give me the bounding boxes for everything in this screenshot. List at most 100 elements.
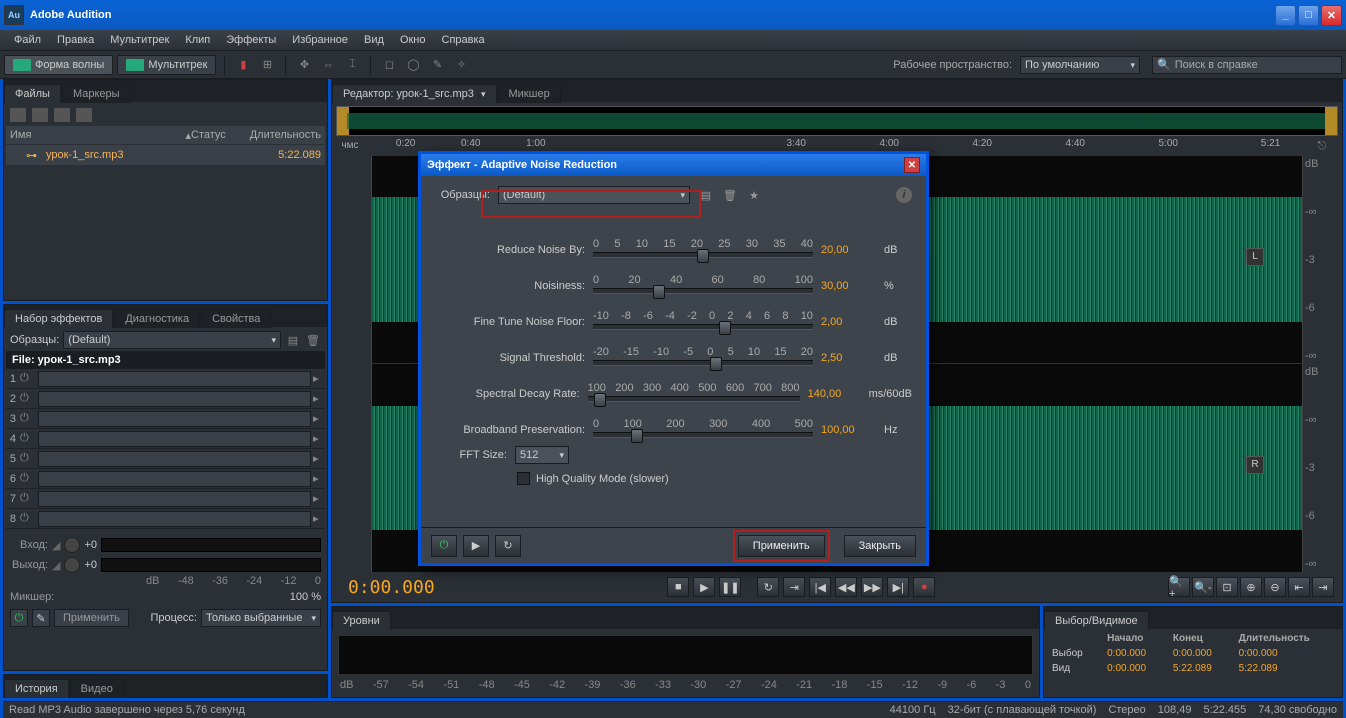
- tab-selection-view[interactable]: Выбор/Видимое: [1044, 611, 1149, 630]
- tab-video[interactable]: Видео: [70, 679, 124, 698]
- power-icon[interactable]: ⏻: [20, 512, 36, 525]
- preview-loop-button[interactable]: ↻: [495, 535, 521, 557]
- menu-file[interactable]: Файл: [6, 32, 49, 48]
- multitrack-mode-button[interactable]: Мультитрек: [117, 55, 216, 75]
- preview-play-button[interactable]: ▶: [463, 535, 489, 557]
- process-dropdown[interactable]: Только выбранные: [201, 609, 321, 627]
- slider-thumb[interactable]: [653, 285, 665, 299]
- play-button[interactable]: ▶: [693, 577, 715, 597]
- lasso-tool-icon[interactable]: ◯: [403, 55, 423, 75]
- to-end-button[interactable]: ▶|: [887, 577, 909, 597]
- dialog-apply-button[interactable]: Применить: [738, 535, 825, 557]
- tab-files[interactable]: Файлы: [4, 84, 61, 103]
- heal-tool-icon[interactable]: ✧: [451, 55, 471, 75]
- slider-thumb[interactable]: [594, 393, 606, 407]
- slider-thumb[interactable]: [631, 429, 643, 443]
- right-channel-badge[interactable]: R: [1246, 456, 1264, 474]
- rack-slot-5[interactable]: 5⏻▸: [6, 449, 325, 469]
- fft-size-dropdown[interactable]: 512: [515, 446, 569, 464]
- stop-button[interactable]: ■: [667, 577, 689, 597]
- tab-diagnostics[interactable]: Диагностика: [114, 309, 200, 328]
- power-icon[interactable]: ⏻: [20, 372, 36, 385]
- rack-slot-1[interactable]: 1⏻▸: [6, 369, 325, 389]
- fast-rewind-button[interactable]: ◀◀: [835, 577, 857, 597]
- col-status[interactable]: Статус: [191, 129, 241, 141]
- rack-slot-6[interactable]: 6⏻▸: [6, 469, 325, 489]
- skip-selection-button[interactable]: ⇥: [783, 577, 805, 597]
- waveform-mode-button[interactable]: Форма волны: [4, 55, 113, 75]
- timecode-display[interactable]: 0:00.000: [348, 577, 435, 598]
- open-file-icon[interactable]: [32, 108, 48, 122]
- effect-power-button[interactable]: ⏻: [431, 535, 457, 557]
- power-icon[interactable]: ⏻: [20, 392, 36, 405]
- save-preset-icon[interactable]: ▤: [698, 187, 714, 203]
- rack-preset-dropdown[interactable]: (Default): [63, 331, 281, 349]
- marquee-tool-icon[interactable]: ◻: [379, 55, 399, 75]
- left-channel-badge[interactable]: L: [1246, 248, 1264, 266]
- param-value-decay[interactable]: 140,00: [808, 388, 861, 404]
- high-quality-checkbox[interactable]: [517, 472, 530, 485]
- spectral-toggle-icon[interactable]: ▮: [233, 55, 253, 75]
- record-button[interactable]: ●: [913, 577, 935, 597]
- pin-icon[interactable]: ⎋: [1318, 140, 1327, 153]
- param-slider-noisiness[interactable]: [593, 288, 813, 294]
- tool-icon-1[interactable]: ⊞: [257, 55, 277, 75]
- rewind-button[interactable]: |◀: [809, 577, 831, 597]
- param-slider-signal[interactable]: [593, 360, 813, 366]
- tab-editor[interactable]: Редактор: урок-1_src.mp3: [332, 84, 497, 103]
- favorite-icon[interactable]: ★: [746, 187, 762, 203]
- tab-levels[interactable]: Уровни: [332, 611, 391, 630]
- zoom-out-h-button[interactable]: 🔍-: [1192, 577, 1214, 597]
- input-gain-knob[interactable]: [64, 537, 80, 553]
- zoom-fit-button[interactable]: ⊡: [1216, 577, 1238, 597]
- param-value-broadband[interactable]: 100,00: [821, 424, 876, 440]
- sel-start-value[interactable]: 0:00.000: [1101, 646, 1167, 661]
- power-icon[interactable]: ⏻: [20, 472, 36, 485]
- rack-slot-2[interactable]: 2⏻▸: [6, 389, 325, 409]
- zoom-in-h-button[interactable]: 🔍+: [1168, 577, 1190, 597]
- menu-favorites[interactable]: Избранное: [284, 32, 356, 48]
- maximize-button[interactable]: □: [1298, 5, 1319, 26]
- rack-apply-button[interactable]: Применить: [54, 609, 129, 627]
- fast-forward-button[interactable]: ▶▶: [861, 577, 883, 597]
- output-gain-knob[interactable]: [64, 557, 80, 573]
- slider-thumb[interactable]: [697, 249, 709, 263]
- info-icon[interactable]: i: [896, 187, 912, 203]
- zoom-sel-in-button[interactable]: ⇤: [1288, 577, 1310, 597]
- delete-preset-icon[interactable]: 🗑: [305, 332, 321, 348]
- param-value-reduce[interactable]: 20,00: [821, 244, 876, 260]
- rack-slot-7[interactable]: 7⏻▸: [6, 489, 325, 509]
- power-icon[interactable]: ⏻: [20, 492, 36, 505]
- file-row[interactable]: ⊶ урок-1_src.mp3 5:22.089: [6, 145, 325, 165]
- zoom-in-v-button[interactable]: ⊕: [1240, 577, 1262, 597]
- close-button[interactable]: ✕: [1321, 5, 1342, 26]
- zoom-out-v-button[interactable]: ⊖: [1264, 577, 1286, 597]
- col-duration[interactable]: Длительность: [241, 129, 321, 141]
- minimize-button[interactable]: _: [1275, 5, 1296, 26]
- tab-history[interactable]: История: [4, 679, 69, 698]
- param-value-noisiness[interactable]: 30,00: [821, 280, 876, 296]
- move-tool-icon[interactable]: ✥: [294, 55, 314, 75]
- dialog-preset-dropdown[interactable]: (Default): [498, 186, 690, 204]
- menu-help[interactable]: Справка: [434, 32, 493, 48]
- dialog-close-button[interactable]: ✕: [904, 157, 920, 173]
- save-preset-icon[interactable]: ▤: [285, 332, 301, 348]
- param-value-floor[interactable]: 2,00: [821, 316, 876, 332]
- param-slider-reduce[interactable]: [593, 252, 813, 258]
- pause-button[interactable]: ❚❚: [719, 577, 741, 597]
- sel-dur-value[interactable]: 0:00.000: [1233, 646, 1340, 661]
- menu-view[interactable]: Вид: [356, 32, 392, 48]
- workspace-dropdown[interactable]: По умолчанию: [1020, 56, 1140, 74]
- time-select-tool-icon[interactable]: 𝙸: [342, 55, 362, 75]
- dialog-close-text-button[interactable]: Закрыть: [844, 535, 916, 557]
- rack-power-button[interactable]: ⏻: [10, 609, 28, 627]
- view-end-value[interactable]: 5:22.089: [1167, 661, 1233, 676]
- power-icon[interactable]: ⏻: [20, 452, 36, 465]
- help-search-input[interactable]: 🔍 Поиск в справке: [1152, 56, 1342, 74]
- slider-thumb[interactable]: [719, 321, 731, 335]
- tab-properties[interactable]: Свойства: [201, 309, 271, 328]
- view-start-value[interactable]: 0:00.000: [1101, 661, 1167, 676]
- power-icon[interactable]: ⏻: [20, 432, 36, 445]
- menu-effects[interactable]: Эффекты: [218, 32, 284, 48]
- brush-tool-icon[interactable]: ✎: [427, 55, 447, 75]
